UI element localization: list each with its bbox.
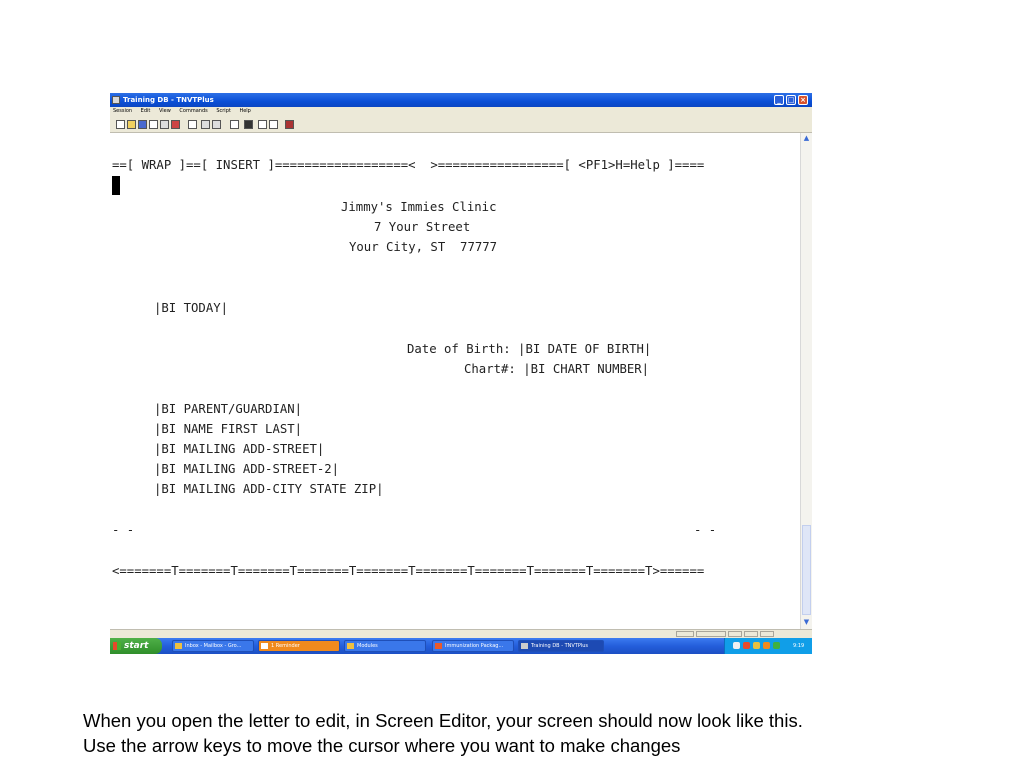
terminal-app-icon [521,643,528,649]
close-button[interactable]: × [798,95,808,105]
terminal-screen[interactable]: ==[ WRAP ]==[ INSERT ]==================… [110,133,800,629]
slide-caption: When you open the letter to edit, in Scr… [83,708,1013,758]
taskbar-clock: 9:19 AM [793,643,805,665]
new-session-icon[interactable] [116,120,125,129]
status-cell [676,631,694,637]
bell-icon [261,643,268,649]
title-bar[interactable]: Training DB - TNVTPlus _ □ × [110,93,812,107]
powerpoint-icon [435,643,442,649]
right-margin-marker: - - [694,523,717,537]
status-cell [728,631,742,637]
menu-session[interactable]: Session [113,108,132,114]
system-tray: 9:19 AM [724,638,812,665]
dob-line: Date of Birth: |BI DATE OF BIRTH| [407,342,652,356]
address-line: |BI NAME FIRST LAST| [154,422,303,436]
script-icon[interactable] [269,120,278,129]
clinic-street: 7 Your Street [374,220,471,234]
menu-view[interactable]: View [159,108,171,114]
clinic-name: Jimmy's Immies Clinic [341,200,497,214]
network-icon[interactable] [733,642,740,649]
address-line: |BI MAILING ADD-STREET-2| [154,462,340,476]
transfer-icon[interactable] [258,120,267,129]
outlook-tray-icon[interactable] [763,642,770,649]
scroll-up-icon[interactable]: ▲ [801,133,812,144]
maximize-button[interactable]: □ [786,95,796,105]
taskbar-item-label: Training DB - TNVTPlus [531,643,589,649]
menu-script[interactable]: Script [216,108,231,114]
taskbar-item-immunization[interactable]: Immunization Packag... [432,640,514,652]
paste-icon[interactable] [212,120,221,129]
start-label: start [124,641,149,651]
caption-line: Use the arrow keys to move the cursor wh… [83,735,681,756]
screen-icon[interactable] [230,120,239,129]
tab-ruler: <=======T=======T=======T=======T=======… [112,564,705,578]
menu-commands[interactable]: Commands [179,108,207,114]
address-line: |BI MAILING ADD-CITY STATE ZIP| [154,482,384,496]
status-cell [696,631,726,637]
taskbar-item-inbox[interactable]: Inbox - Mailbox - Gro... [172,640,254,652]
open-folder-icon[interactable] [127,120,136,129]
outlook-icon [175,643,182,649]
taskbar-item-label: Modules [357,643,378,649]
status-cell [760,631,774,637]
copy-icon[interactable] [201,120,210,129]
save-icon[interactable] [138,120,147,129]
taskbar-item-training-db[interactable]: Training DB - TNVTPlus [518,640,604,652]
toolbar [110,116,812,133]
taskbar-item-modules[interactable]: Modules [344,640,426,652]
status-cell [744,631,758,637]
editor-status-line: ==[ WRAP ]==[ INSERT ]==================… [112,158,705,172]
connect-icon[interactable] [160,120,169,129]
menu-help[interactable]: Help [239,108,250,114]
properties-icon[interactable] [149,120,158,129]
taskbar-item-label: Immunization Packag... [445,643,504,649]
terminal-icon[interactable] [244,120,253,129]
security-icon[interactable] [743,642,750,649]
tnvtplus-window: Training DB - TNVTPlus _ □ × Session Edi… [110,93,812,665]
caption-line: When you open the letter to edit, in Scr… [83,710,803,731]
status-bar [110,629,812,638]
minimize-button[interactable]: _ [774,95,784,105]
app-icon [112,96,120,104]
windows-taskbar: start Inbox - Mailbox - Gro... 1 Reminde… [110,638,812,665]
chart-number-line: Chart#: |BI CHART NUMBER| [464,362,650,376]
shield-icon[interactable] [773,642,780,649]
left-margin-marker: - - [112,523,135,537]
address-line: |BI PARENT/GUARDIAN| [154,402,303,416]
clinic-city-line: Your City, ST 77777 [349,240,498,254]
menu-edit[interactable]: Edit [141,108,151,114]
address-line: |BI MAILING ADD-STREET| [154,442,325,456]
taskbar-item-label: 1 Reminder [271,643,300,649]
today-field: |BI TODAY| [154,301,229,315]
help-book-icon[interactable] [285,120,294,129]
vertical-scrollbar[interactable]: ▲ ▼ [800,133,812,629]
taskbar-item-reminder[interactable]: 1 Reminder [258,640,340,652]
taskbar-item-label: Inbox - Mailbox - Gro... [185,643,242,649]
print-icon[interactable] [188,120,197,129]
menu-bar: Session Edit View Commands Script Help [110,107,812,116]
text-cursor [112,176,120,195]
disconnect-icon[interactable] [171,120,180,129]
scroll-down-icon[interactable]: ▼ [801,617,812,628]
windows-logo-icon [113,642,121,650]
folder-icon [347,643,354,649]
messenger-icon[interactable] [753,642,760,649]
scrollbar-thumb[interactable] [802,525,811,615]
start-button[interactable]: start [110,638,162,654]
window-title: Training DB - TNVTPlus [123,96,214,104]
